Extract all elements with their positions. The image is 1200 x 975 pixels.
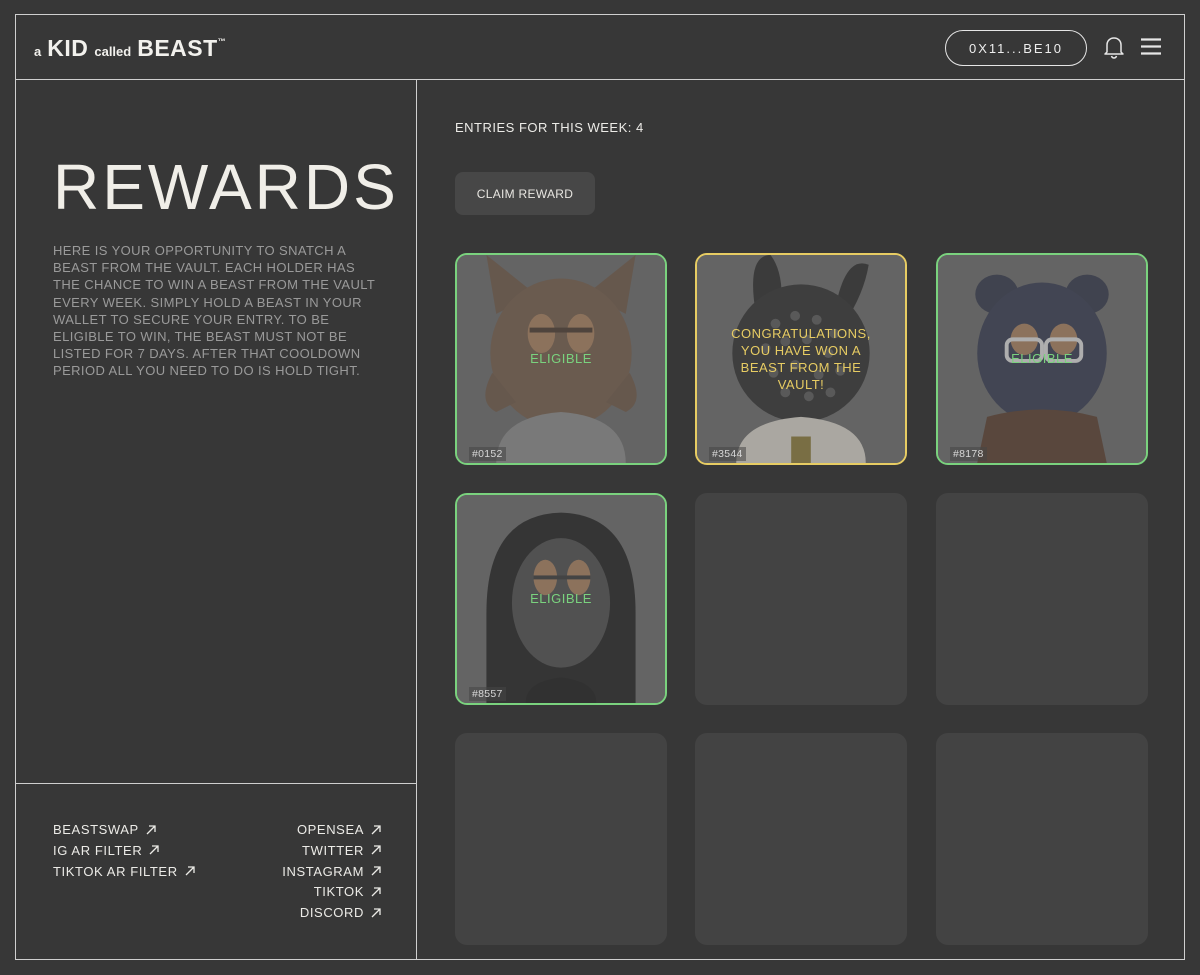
empty-slot — [936, 733, 1148, 945]
wallet-address-button[interactable]: 0X11...BE10 — [945, 30, 1087, 66]
arrow-up-right-icon — [371, 845, 381, 855]
logo-word-beast: BEAST — [137, 35, 218, 61]
logo-word-called: called — [94, 44, 132, 59]
rewards-main-panel: ENTRIES FOR THIS WEEK: 4 CLAIM REWARD EL… — [418, 80, 1186, 960]
weekly-entries-count: ENTRIES FOR THIS WEEK: 4 — [455, 120, 644, 135]
nft-card-8557[interactable]: ELIGIBLE #8557 — [455, 493, 667, 705]
link-ig-ar-filter[interactable]: IG AR FILTER — [53, 842, 159, 859]
card-id: #8178 — [950, 447, 987, 461]
card-id: #3544 — [709, 447, 746, 461]
external-links: BEASTSWAP IG AR FILTER TIKTOK AR FILTER … — [16, 783, 417, 960]
logo-word-a: a — [34, 44, 42, 59]
nft-card-0152[interactable]: ELIGIBLE #0152 — [455, 253, 667, 465]
empty-slot — [695, 733, 907, 945]
link-opensea[interactable]: OPENSEA — [297, 821, 381, 838]
card-id: #8557 — [469, 687, 506, 701]
app-frame: a KID called BEAST ™ 0X11...BE10 REWARDS… — [15, 14, 1185, 960]
arrow-up-right-icon — [185, 866, 195, 876]
link-tiktok[interactable]: TIKTOK — [314, 883, 381, 900]
bell-icon[interactable] — [1103, 35, 1125, 59]
nft-card-8178[interactable]: ELIGIBLE #8178 — [936, 253, 1148, 465]
rewards-description: HERE IS YOUR OPPORTUNITY TO SNATCH A BEA… — [53, 243, 376, 379]
empty-slot — [936, 493, 1148, 705]
card-status-winner: CONGRATULATIONS, YOU HAVE WON A BEAST FR… — [731, 326, 871, 392]
links-column-right: OPENSEA TWITTER INSTAGRAM TIKTOK DISCORD — [282, 821, 381, 921]
arrow-up-right-icon — [371, 908, 381, 918]
top-bar: a KID called BEAST ™ 0X11...BE10 — [16, 15, 1184, 80]
link-tiktok-ar-filter[interactable]: TIKTOK AR FILTER — [53, 863, 195, 880]
link-twitter[interactable]: TWITTER — [302, 842, 381, 859]
claim-reward-button[interactable]: CLAIM REWARD — [455, 172, 595, 215]
arrow-up-right-icon — [146, 824, 156, 834]
empty-slot — [455, 733, 667, 945]
card-status: ELIGIBLE — [530, 591, 592, 606]
nft-card-3544[interactable]: CONGRATULATIONS, YOU HAVE WON A BEAST FR… — [695, 253, 907, 465]
arrow-up-right-icon — [371, 866, 381, 876]
links-column-left: BEASTSWAP IG AR FILTER TIKTOK AR FILTER — [53, 821, 195, 880]
hamburger-menu-icon[interactable] — [1141, 38, 1161, 55]
card-status: ELIGIBLE — [1011, 351, 1073, 366]
arrow-up-right-icon — [149, 845, 159, 855]
logo-word-kid: KID — [47, 35, 89, 61]
page-title: REWARDS — [53, 151, 399, 223]
link-discord[interactable]: DISCORD — [300, 904, 381, 921]
card-id: #0152 — [469, 447, 506, 461]
brand-logo[interactable]: a KID called BEAST ™ — [34, 35, 226, 62]
link-instagram[interactable]: INSTAGRAM — [282, 863, 381, 880]
card-status: ELIGIBLE — [530, 351, 592, 366]
arrow-up-right-icon — [371, 887, 381, 897]
rewards-info-panel: REWARDS HERE IS YOUR OPPORTUNITY TO SNAT… — [16, 80, 417, 960]
arrow-up-right-icon — [371, 824, 381, 834]
empty-slot — [695, 493, 907, 705]
logo-trademark: ™ — [217, 37, 226, 46]
link-beastswap[interactable]: BEASTSWAP — [53, 821, 156, 838]
